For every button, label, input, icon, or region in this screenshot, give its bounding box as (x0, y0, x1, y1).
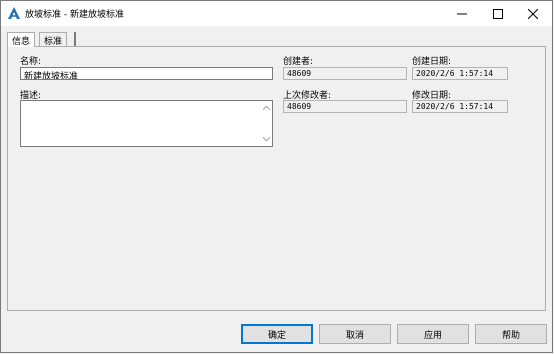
dialog-window: 放坡标准 - 新建放坡标准 信息 标准 名称: 新建放坡标准 描述: 创建者: (0, 0, 553, 353)
modified-by-field: 48609 (283, 100, 407, 113)
created-date-field: 2020/2/6 1:57:14 (412, 67, 508, 80)
window-title: 放坡标准 - 新建放坡标准 (25, 10, 124, 20)
ok-button[interactable]: 确定 (241, 324, 313, 344)
autodesk-a-icon (8, 7, 20, 19)
maximize-button[interactable] (481, 1, 515, 26)
apply-button[interactable]: 应用 (397, 324, 469, 344)
description-textarea[interactable] (20, 100, 273, 147)
scroll-down-icon[interactable] (260, 133, 272, 145)
cancel-button[interactable]: 取消 (319, 324, 391, 344)
scroll-up-icon[interactable] (260, 102, 272, 114)
created-by-label: 创建者: (283, 57, 314, 67)
tab-info[interactable]: 信息 (7, 32, 36, 47)
tab-standard[interactable]: 标准 (39, 32, 68, 47)
name-label: 名称: (20, 57, 42, 67)
modified-date-field: 2020/2/6 1:57:14 (412, 100, 508, 113)
created-date-label: 创建日期: (412, 57, 452, 67)
minimize-icon (457, 13, 467, 14)
close-icon (528, 8, 538, 19)
title-bar[interactable]: 放坡标准 - 新建放坡标准 (1, 1, 552, 26)
tab-divider (74, 32, 76, 46)
minimize-button[interactable] (445, 1, 479, 26)
info-panel: 名称: 新建放坡标准 描述: 创建者: 48609 创建日期: 2020/2/6… (7, 46, 546, 311)
help-button[interactable]: 帮助 (475, 324, 547, 344)
name-input[interactable]: 新建放坡标准 (20, 67, 273, 80)
created-by-field: 48609 (283, 67, 407, 80)
close-button[interactable] (516, 1, 550, 26)
maximize-icon (493, 8, 503, 19)
